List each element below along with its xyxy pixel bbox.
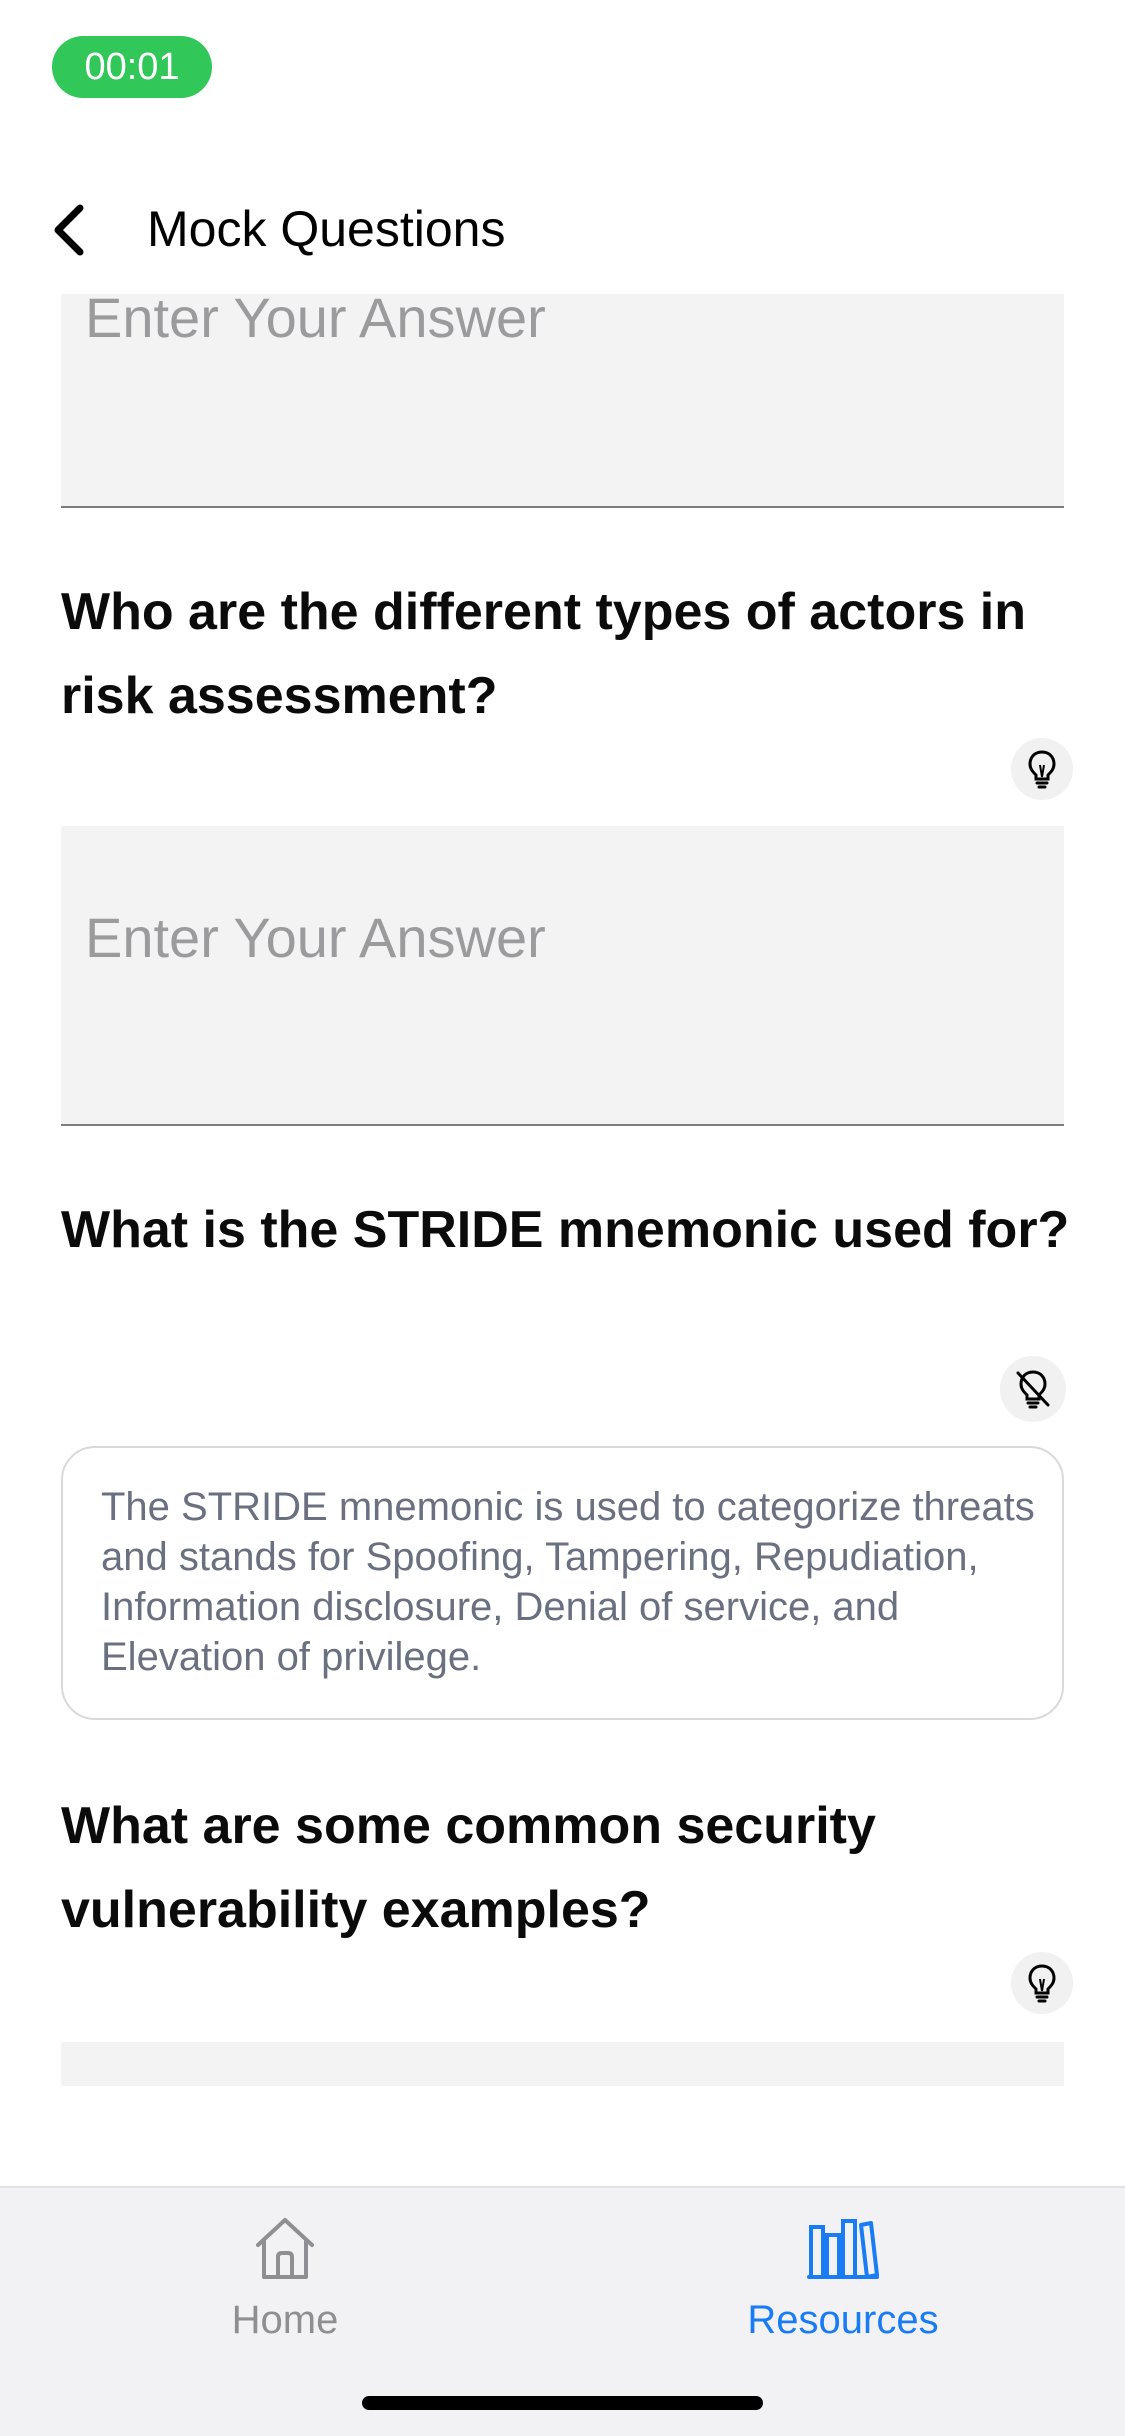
back-button[interactable] (40, 200, 100, 260)
recording-time-pill: 00:01 (52, 36, 212, 98)
status-time: 00:01 (84, 46, 180, 88)
answer-text-3[interactable]: The STRIDE mnemonic is used to categoriz… (61, 1446, 1064, 1720)
tab-home[interactable]: Home (135, 2208, 435, 2358)
answer-placeholder: Enter Your Answer (85, 294, 546, 349)
tab-resources-label: Resources (747, 2298, 939, 2342)
tab-resources[interactable]: Resources (693, 2208, 993, 2358)
page-title: Mock Questions (147, 201, 506, 257)
hint-button-4[interactable] (1011, 1952, 1073, 2014)
books-icon (807, 2219, 879, 2279)
lightbulb-icon (1028, 1964, 1056, 2003)
nav-header: Mock Questions (0, 180, 1125, 280)
lightbulb-off-icon (1016, 1370, 1050, 1409)
hint-button-2[interactable] (1011, 738, 1073, 800)
question-text-4: What are some common security vulnerabil… (61, 1797, 876, 1939)
lightbulb-icon (1028, 750, 1056, 789)
question-text-2: Who are the different types of actors in… (61, 583, 1027, 725)
answer-input-4[interactable] (61, 2042, 1064, 2086)
answer-input-2[interactable]: Enter Your Answer (61, 826, 1064, 1126)
answer-content: The STRIDE mnemonic is used to categoriz… (101, 1485, 1035, 1679)
question-text-3: What is the STRIDE mnemonic used for? (61, 1201, 1070, 1259)
chevron-left-icon (54, 204, 84, 256)
answer-placeholder: Enter Your Answer (85, 906, 546, 969)
answer-input-1[interactable]: Enter Your Answer (61, 294, 1064, 508)
questions-list[interactable]: Enter Your Answer Who are the different … (0, 294, 1125, 2086)
tab-home-label: Home (231, 2298, 339, 2342)
home-indicator[interactable] (362, 2396, 763, 2410)
home-icon (256, 2218, 314, 2279)
hint-button-3[interactable] (1000, 1356, 1066, 1422)
